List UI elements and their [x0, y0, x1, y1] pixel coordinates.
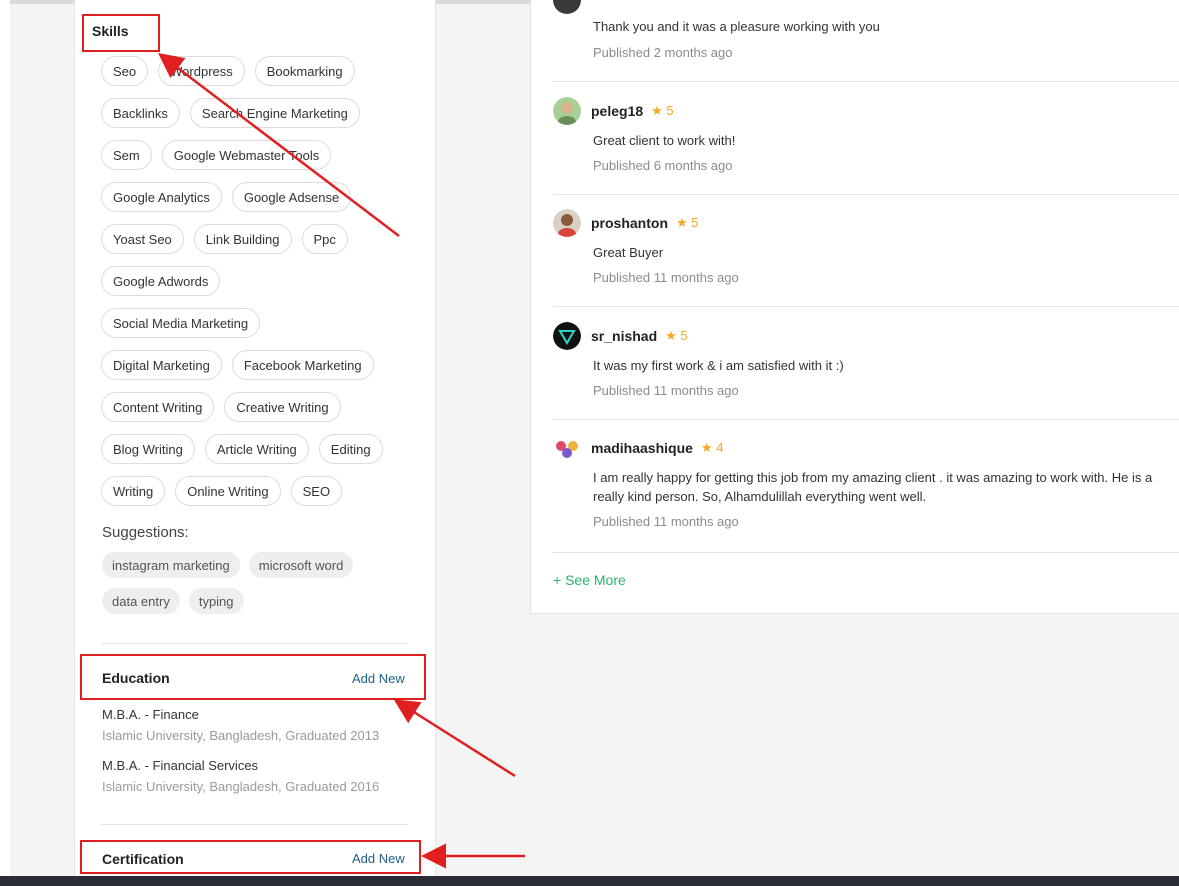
star-rating: ★ 5	[676, 215, 699, 230]
skill-chip[interactable]: Writing	[101, 476, 166, 506]
skill-chip[interactable]: Editing	[318, 434, 383, 464]
review-divider	[553, 419, 1179, 420]
star-rating: ★ 5	[651, 103, 674, 118]
review-date: Published 11 months ago	[593, 383, 739, 398]
reviewer-avatar	[553, 0, 581, 14]
reviewer-avatar	[553, 434, 581, 462]
review-text: I am really happy for getting this job f…	[593, 470, 1153, 504]
review-date: Published 11 months ago	[593, 514, 739, 529]
education-meta: Islamic University, Bangladesh, Graduate…	[102, 779, 380, 794]
skill-chip[interactable]: Bookmarking	[254, 56, 355, 86]
reviewer-name[interactable]: sr_nishad	[591, 328, 657, 344]
skill-chip[interactable]: Digital Marketing	[101, 350, 222, 380]
see-more-link[interactable]: + See More	[553, 572, 626, 588]
profile-page: Skills Seo Wordpress Bookmarking Backlin…	[10, 0, 1179, 876]
reviews-panel: Thank you and it was a pleasure working …	[530, 0, 1179, 614]
education-degree: M.B.A. - Finance	[102, 707, 199, 722]
certification-highlight-box	[80, 840, 421, 874]
skill-chip[interactable]: Yoast Seo	[101, 224, 184, 254]
skill-chip[interactable]: Search Engine Marketing	[189, 98, 360, 128]
skill-chip[interactable]: Blog Writing	[101, 434, 195, 464]
review-divider	[553, 306, 1179, 307]
section-divider	[101, 643, 408, 644]
skill-chip[interactable]: Facebook Marketing	[231, 350, 374, 380]
skill-chip[interactable]: Creative Writing	[224, 392, 341, 422]
skill-chip[interactable]: Google Webmaster Tools	[161, 140, 332, 170]
review-date: Published 11 months ago	[593, 270, 739, 285]
review-date: Published 2 months ago	[593, 45, 733, 60]
skill-chip[interactable]: Article Writing	[204, 434, 309, 464]
suggestion-chip[interactable]: data entry	[102, 588, 180, 614]
review-divider	[553, 552, 1179, 553]
review-divider	[553, 194, 1179, 195]
review-text: It was my first work & i am satisfied wi…	[593, 358, 844, 373]
reviewer-name[interactable]: proshanton	[591, 215, 668, 231]
reviewer-avatar	[553, 209, 581, 237]
skill-chip[interactable]: Google Adsense	[231, 182, 352, 212]
review-text: Great Buyer	[593, 245, 664, 260]
reviewer-name[interactable]: madihaashique	[591, 440, 693, 456]
skill-chip[interactable]: Seo	[101, 56, 149, 86]
skill-chip[interactable]: Sem	[101, 140, 152, 170]
skill-chip[interactable]: Google Analytics	[101, 182, 222, 212]
profile-sidebar: Skills Seo Wordpress Bookmarking Backlin…	[74, 0, 436, 876]
suggestion-chip[interactable]: microsoft word	[248, 552, 354, 578]
review-text: Great client to work with!	[593, 133, 736, 148]
section-divider	[101, 824, 408, 825]
star-rating: ★ 5	[665, 328, 688, 343]
reviewer-name[interactable]: peleg18	[591, 103, 643, 119]
education-highlight-box	[80, 654, 426, 700]
suggestion-chip[interactable]: instagram marketing	[102, 552, 240, 578]
skill-chip[interactable]: Backlinks	[101, 98, 180, 128]
skill-chip[interactable]: Social Media Marketing	[101, 308, 261, 338]
education-degree: M.B.A. - Financial Services	[102, 758, 259, 773]
education-meta: Islamic University, Bangladesh, Graduate…	[102, 728, 380, 743]
skill-chip[interactable]: Online Writing	[175, 476, 281, 506]
review-divider	[553, 81, 1179, 82]
skill-chip[interactable]: Wordpress	[158, 56, 245, 86]
skill-chip[interactable]: Google Adwords	[101, 266, 221, 296]
review-date: Published 6 months ago	[593, 158, 733, 173]
skill-chip[interactable]: Ppc	[301, 224, 348, 254]
skill-chip[interactable]: SEO	[290, 476, 343, 506]
taskbar	[0, 876, 1179, 886]
reviewer-avatar	[553, 97, 581, 125]
skill-chip[interactable]: Link Building	[193, 224, 292, 254]
review-text: Thank you and it was a pleasure working …	[593, 19, 880, 34]
skill-chip[interactable]: Content Writing	[101, 392, 215, 422]
star-rating: ★ 4	[700, 440, 724, 455]
suggestions-label: Suggestions:	[102, 524, 189, 541]
skills-highlight-box	[82, 14, 160, 52]
suggestion-chip[interactable]: typing	[188, 588, 244, 614]
reviewer-avatar	[553, 322, 581, 350]
